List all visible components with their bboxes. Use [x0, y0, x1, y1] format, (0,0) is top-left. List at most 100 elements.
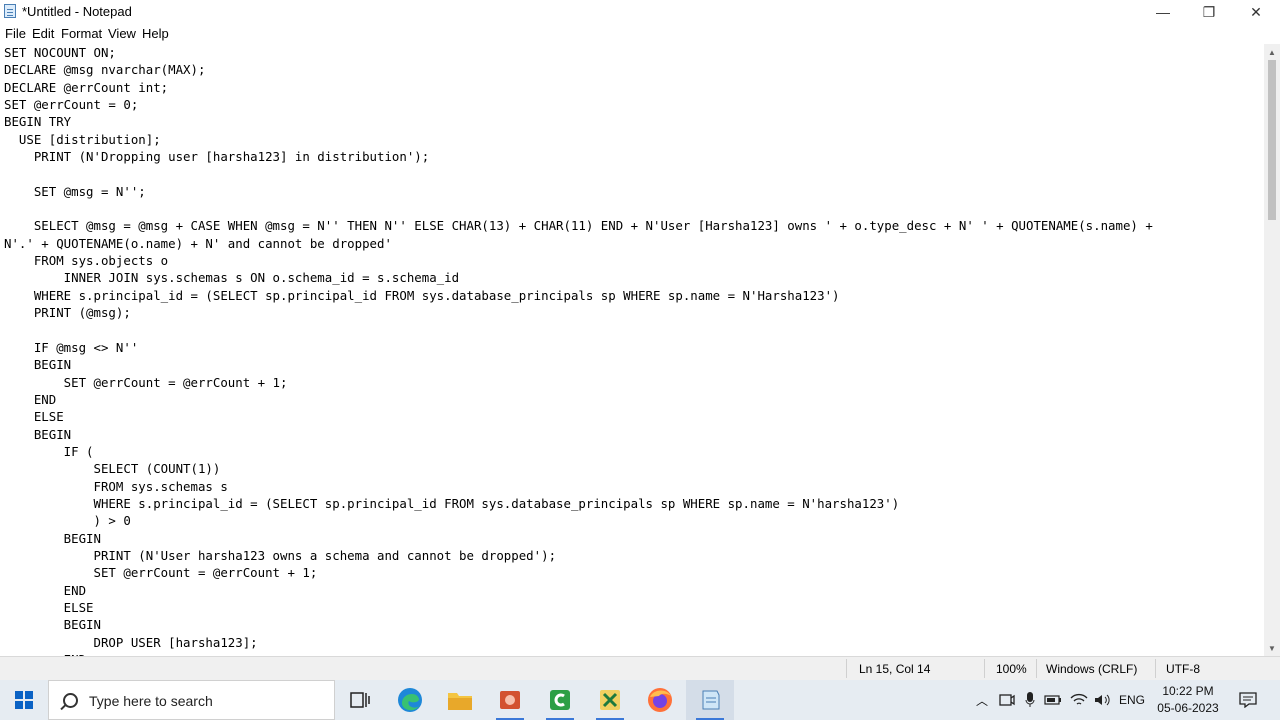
code-line[interactable]: SELECT (COUNT(1)) [4, 460, 1264, 477]
search-icon [63, 693, 78, 708]
status-divider [984, 659, 985, 678]
code-line[interactable]: SET @errCount = 0; [4, 96, 1264, 113]
task-view-icon [350, 692, 370, 708]
file-explorer-button[interactable] [436, 680, 484, 720]
battery-icon [1044, 695, 1061, 705]
excel-icon [600, 690, 620, 710]
task-view-button[interactable] [336, 680, 384, 720]
code-line[interactable]: IF ( [4, 443, 1264, 460]
code-line[interactable]: N'.' + QUOTENAME(o.name) + N' and cannot… [4, 235, 1264, 252]
notification-icon [1239, 692, 1257, 708]
battery-button[interactable] [1042, 680, 1064, 720]
notepad-app-icon [702, 690, 720, 710]
code-line[interactable]: WHERE s.principal_id = (SELECT sp.princi… [4, 287, 1264, 304]
powerpoint-icon [500, 691, 520, 709]
status-divider [1155, 659, 1156, 678]
camera-icon [999, 694, 1015, 706]
clock-time: 10:22 PM [1162, 684, 1214, 698]
edge-button[interactable] [386, 680, 434, 720]
status-divider [1036, 659, 1037, 678]
text-editor[interactable]: SET NOCOUNT ON; DECLARE @msg nvarchar(MAX… [0, 44, 1264, 656]
menu-edit[interactable]: Edit [32, 26, 54, 41]
network-button[interactable] [1068, 680, 1090, 720]
title-bar: *Untitled - Notepad — ❐ ✕ [0, 0, 1280, 24]
code-line[interactable]: FROM sys.objects o [4, 252, 1264, 269]
code-line[interactable]: SELECT @msg = @msg + CASE WHEN @msg = N'… [4, 217, 1264, 234]
start-button[interactable] [0, 680, 48, 720]
menu-view[interactable]: View [108, 26, 136, 41]
window-title: *Untitled - Notepad [22, 4, 132, 19]
code-line[interactable]: DECLARE @errCount int; [4, 79, 1264, 96]
code-line[interactable]: END [4, 391, 1264, 408]
code-line[interactable]: SET NOCOUNT ON; [4, 44, 1264, 61]
vertical-scrollbar[interactable]: ▲ ▼ [1264, 44, 1280, 656]
code-line[interactable]: USE [distribution]; [4, 131, 1264, 148]
meet-now-button[interactable] [996, 680, 1018, 720]
editor-text[interactable]: SET NOCOUNT ON; DECLARE @msg nvarchar(MAX… [0, 44, 1264, 656]
folder-icon [448, 693, 472, 710]
code-line[interactable]: BEGIN [4, 426, 1264, 443]
close-button[interactable]: ✕ [1233, 0, 1279, 24]
code-line[interactable]: SET @errCount = @errCount + 1; [4, 374, 1264, 391]
restore-button[interactable]: ❐ [1186, 0, 1232, 24]
line-ending: Windows (CRLF) [1046, 662, 1138, 676]
notepad-icon [4, 4, 16, 18]
scroll-down-icon[interactable]: ▼ [1264, 640, 1280, 656]
microphone-button[interactable] [1020, 680, 1040, 720]
code-line[interactable]: ELSE [4, 599, 1264, 616]
code-line[interactable]: DECLARE @msg nvarchar(MAX); [4, 61, 1264, 78]
volume-button[interactable] [1092, 680, 1114, 720]
status-bar: Ln 15, Col 14 100% Windows (CRLF) UTF-8 [0, 656, 1280, 680]
powerpoint-button[interactable] [486, 680, 534, 720]
language-indicator[interactable]: ENG [1116, 680, 1148, 720]
code-line[interactable] [4, 165, 1264, 182]
clock[interactable]: 10:22 PM 05-06-2023 [1148, 683, 1228, 717]
code-line[interactable] [4, 200, 1264, 217]
code-line[interactable]: SET @errCount = @errCount + 1; [4, 564, 1264, 581]
scroll-up-icon[interactable]: ▲ [1264, 44, 1280, 60]
zoom-level: 100% [996, 662, 1027, 676]
code-line[interactable] [4, 322, 1264, 339]
code-line[interactable]: DROP USER [harsha123]; [4, 634, 1264, 651]
minimize-button[interactable]: — [1140, 0, 1186, 24]
code-line[interactable]: IF @msg <> N'' [4, 339, 1264, 356]
firefox-icon [648, 688, 672, 712]
clock-date: 05-06-2023 [1157, 701, 1219, 715]
code-line[interactable]: INNER JOIN sys.schemas s ON o.schema_id … [4, 269, 1264, 286]
camtasia-button[interactable] [536, 680, 584, 720]
firefox-button[interactable] [636, 680, 684, 720]
taskbar: Type here to search ︿ ENG 10:22 PM 05-06… [0, 680, 1280, 720]
code-line[interactable]: ELSE [4, 408, 1264, 425]
code-line[interactable]: PRINT (N'User harsha123 owns a schema an… [4, 547, 1264, 564]
notepad-taskbar-button[interactable] [686, 680, 734, 720]
code-line[interactable]: PRINT (@msg); [4, 304, 1264, 321]
edge-icon [398, 688, 422, 712]
search-placeholder: Type here to search [89, 693, 213, 709]
microphone-icon [1025, 692, 1035, 707]
excel-button[interactable] [586, 680, 634, 720]
wifi-icon [1070, 693, 1088, 705]
code-line[interactable]: SET @msg = N''; [4, 183, 1264, 200]
code-line[interactable]: BEGIN [4, 356, 1264, 373]
code-line[interactable]: END [4, 582, 1264, 599]
code-line[interactable]: WHERE s.principal_id = (SELECT sp.princi… [4, 495, 1264, 512]
scroll-thumb[interactable] [1268, 60, 1276, 220]
code-line[interactable]: BEGIN [4, 616, 1264, 633]
speaker-icon [1095, 694, 1110, 706]
notifications-button[interactable] [1234, 680, 1262, 720]
menu-bar: File Edit Format View Help [0, 24, 1280, 44]
encoding: UTF-8 [1166, 662, 1200, 676]
code-line[interactable]: ) > 0 [4, 512, 1264, 529]
show-hidden-icons-button[interactable]: ︿ [972, 680, 992, 720]
code-line[interactable]: BEGIN TRY [4, 113, 1264, 130]
code-line[interactable]: BEGIN [4, 530, 1264, 547]
taskbar-search[interactable]: Type here to search [48, 680, 335, 720]
code-line[interactable]: PRINT (N'Dropping user [harsha123] in di… [4, 148, 1264, 165]
status-divider [846, 659, 847, 678]
windows-logo-icon [15, 691, 33, 709]
camtasia-icon [550, 690, 570, 710]
code-line[interactable]: FROM sys.schemas s [4, 478, 1264, 495]
menu-help[interactable]: Help [142, 26, 169, 41]
menu-file[interactable]: File [5, 26, 26, 41]
menu-format[interactable]: Format [61, 26, 102, 41]
